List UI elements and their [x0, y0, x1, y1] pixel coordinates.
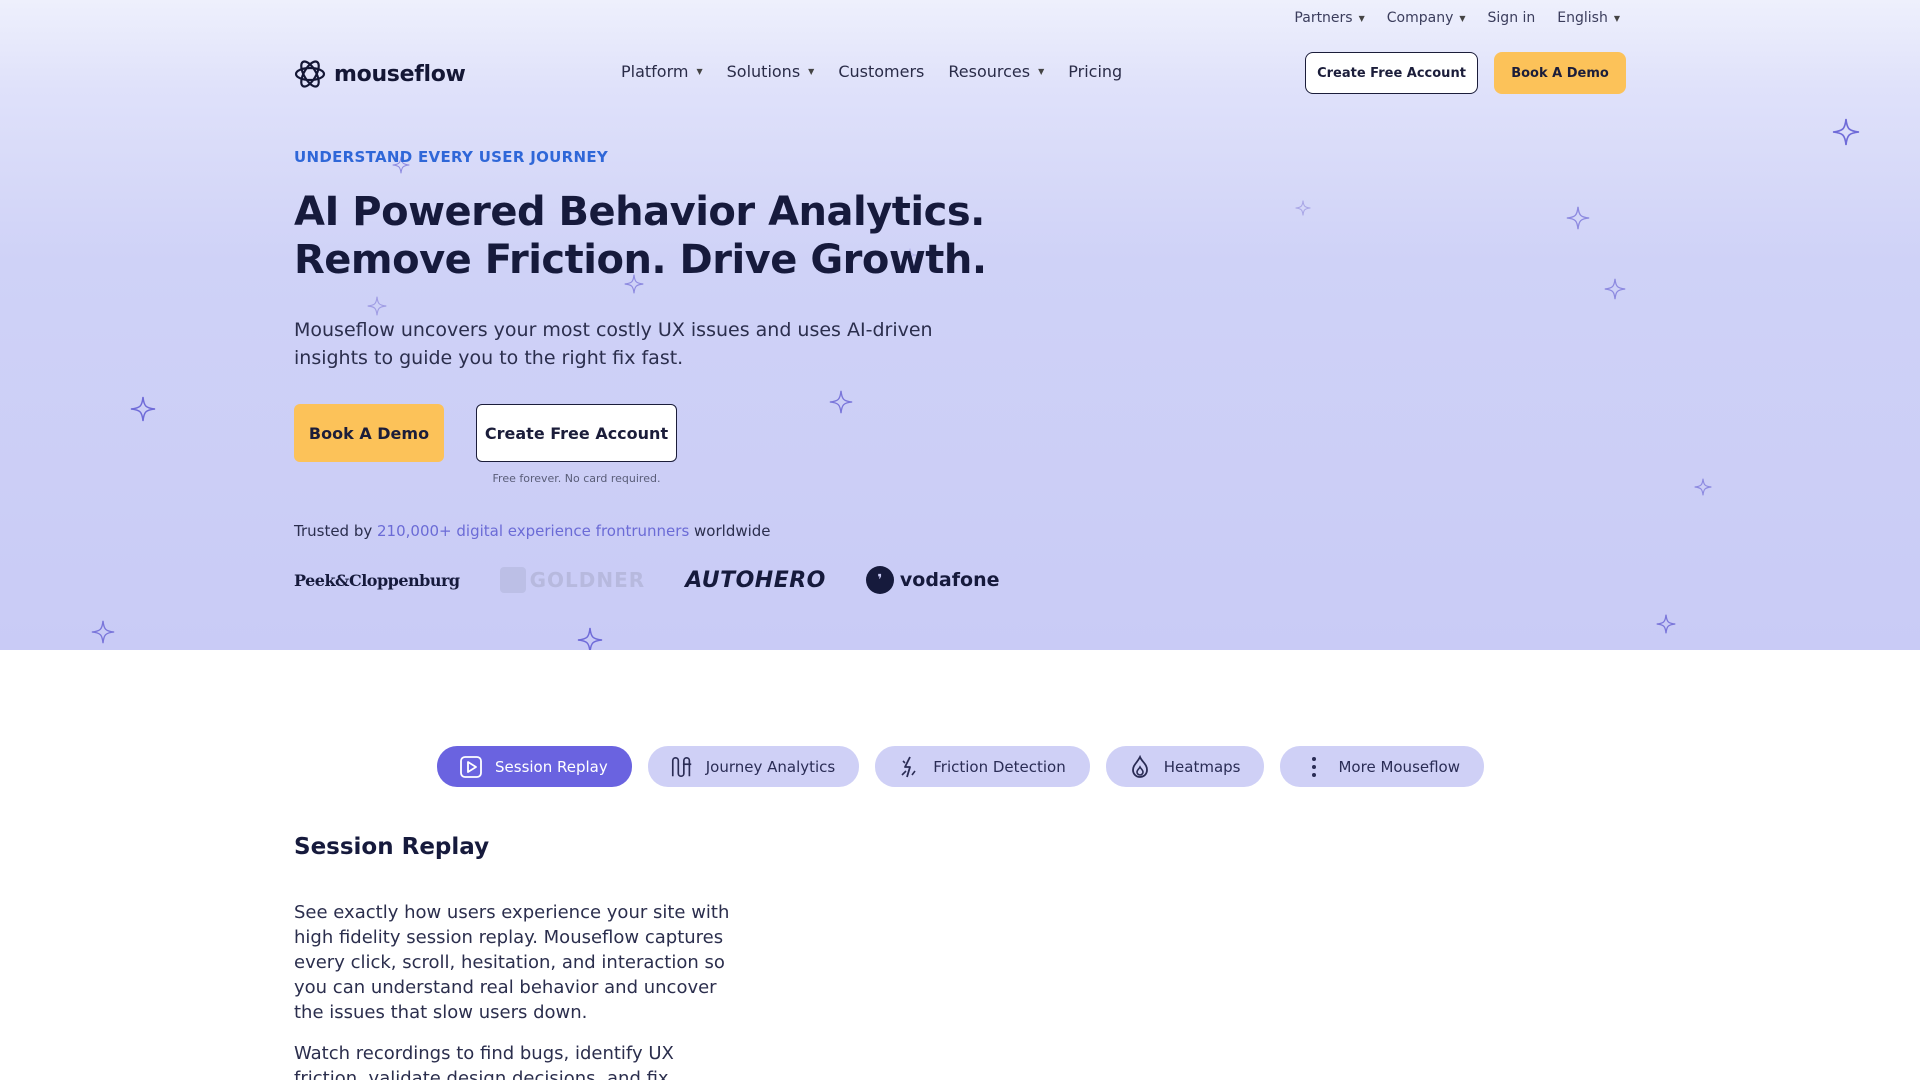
nav-pricing[interactable]: Pricing — [1068, 62, 1122, 81]
mouseflow-logo-icon — [294, 60, 326, 88]
hero-section: Partners ▼ Company ▼ Sign in English ▼ mous… — [0, 0, 1920, 650]
section-paragraph: See exactly how users experience your si… — [294, 902, 730, 1023]
customer-logos: Peek&Cloppenburg GOLDNER AUTOHERO ❜ vodaf… — [294, 562, 999, 598]
vodafone-logo: ❜ vodafone — [865, 566, 1000, 594]
nav-customers-label: Customers — [838, 62, 925, 81]
feature-tabs: Session Replay Journey Analytics Frictio… — [437, 746, 1485, 787]
caret-down-icon: ▼ — [1358, 13, 1365, 23]
language-label: English — [1557, 10, 1608, 26]
tab-session-replay[interactable]: Session Replay — [437, 746, 632, 787]
hero-subtitle: Mouseflow uncovers your most costly UX i… — [294, 319, 933, 369]
create-account-button[interactable]: Create Free Account — [476, 404, 677, 462]
caret-down-icon: ▼ — [1613, 13, 1620, 23]
vodafone-speechmark-icon: ❜ — [865, 566, 894, 594]
nav-resources[interactable]: Resources ▼ — [948, 62, 1044, 81]
utility-company-label: Company — [1386, 10, 1454, 26]
sparkle-icon — [1694, 478, 1712, 496]
sign-in-label: Sign in — [1487, 10, 1536, 26]
caret-down-icon: ▼ — [1459, 13, 1466, 23]
utility-company[interactable]: Company ▼ — [1387, 10, 1466, 26]
autohero-logo: AUTOHERO — [685, 567, 826, 593]
flame-icon — [1128, 754, 1152, 779]
brand-logo[interactable]: mouseflow — [294, 58, 466, 90]
nav-pricing-label: Pricing — [1068, 62, 1123, 81]
caret-down-icon: ▼ — [696, 67, 703, 76]
main-nav: Platform ▼ Solutions ▼ Customers Resources… — [621, 62, 1122, 81]
tab-heatmaps-label: Heatmaps — [1163, 757, 1241, 776]
nav-resources-label: Resources — [948, 62, 1031, 81]
friction-icon — [897, 755, 921, 779]
sign-in-link[interactable]: Sign in — [1488, 10, 1536, 26]
tab-heatmaps[interactable]: Heatmaps — [1105, 746, 1265, 787]
sparkle-icon — [130, 396, 156, 422]
sparkle-icon — [1566, 206, 1590, 230]
hero-headline-line2: Remove Friction. Drive Growth. — [294, 237, 987, 283]
goldner-logo: GOLDNER — [499, 567, 646, 593]
caret-down-icon: ▼ — [1038, 67, 1045, 76]
book-demo-button[interactable]: Book A Demo — [294, 404, 444, 462]
language-selector[interactable]: English ▼ — [1557, 10, 1620, 26]
section-title: Session Replay — [294, 834, 490, 860]
utility-partners[interactable]: Partners ▼ — [1294, 10, 1364, 26]
nav-platform[interactable]: Platform ▼ — [621, 62, 703, 81]
tab-more-mouseflow-label: More Mouseflow — [1338, 757, 1461, 776]
cta-fineprint: Free forever. No card required. — [492, 472, 661, 485]
tab-more-mouseflow[interactable]: More Mouseflow — [1280, 746, 1485, 787]
sparkle-icon — [829, 390, 853, 414]
nav-solutions[interactable]: Solutions ▼ — [727, 62, 815, 81]
utility-partners-label: Partners — [1294, 10, 1353, 26]
hero-eyebrow: UNDERSTAND EVERY USER JOURNEY — [294, 148, 609, 166]
header-book-demo-button[interactable]: Book A Demo — [1494, 52, 1626, 94]
trusted-by-text: Trusted by 210,000+ digital experience f… — [294, 522, 771, 540]
caret-down-icon: ▼ — [808, 67, 815, 76]
more-dots-icon — [1302, 755, 1326, 779]
sparkle-icon — [367, 296, 387, 316]
utility-nav: Partners ▼ Company ▼ Sign in English ▼ — [1294, 10, 1620, 26]
tab-session-replay-label: Session Replay — [495, 757, 608, 776]
header-create-account-button[interactable]: Create Free Account — [1305, 52, 1478, 94]
play-icon — [459, 755, 483, 779]
journey-icon — [670, 755, 694, 779]
tab-journey-analytics-label: Journey Analytics — [705, 757, 836, 776]
sparkle-icon — [1656, 614, 1676, 634]
nav-customers[interactable]: Customers — [838, 62, 924, 81]
section-paragraph: Watch recordings to find bugs, identify … — [294, 1043, 674, 1080]
peek-cloppenburg-logo: Peek&Cloppenburg — [294, 570, 460, 590]
trusted-suffix: worldwide — [689, 522, 771, 540]
sparkle-icon — [577, 627, 603, 650]
tab-friction-detection[interactable]: Friction Detection — [875, 746, 1090, 787]
sparkle-icon — [1295, 200, 1311, 216]
hero-headline: AI Powered Behavior Analytics. Remove Fr… — [294, 188, 987, 284]
tab-journey-analytics[interactable]: Journey Analytics — [647, 746, 860, 787]
trusted-highlight-link[interactable]: 210,000+ digital experience frontrunners — [377, 522, 689, 540]
hero-headline-line1: AI Powered Behavior Analytics. — [294, 189, 985, 235]
trusted-prefix: Trusted by — [294, 522, 378, 540]
vodafone-wordmark: vodafone — [899, 569, 1000, 591]
brand-name: mouseflow — [334, 61, 466, 87]
sparkle-icon — [91, 620, 115, 644]
goldner-mark-icon — [499, 567, 526, 593]
goldner-wordmark: GOLDNER — [529, 568, 646, 592]
nav-platform-label: Platform — [621, 62, 689, 81]
nav-solutions-label: Solutions — [726, 62, 801, 81]
tab-friction-detection-label: Friction Detection — [933, 757, 1066, 776]
sparkle-icon — [1832, 118, 1860, 146]
sparkle-icon — [1604, 278, 1626, 300]
